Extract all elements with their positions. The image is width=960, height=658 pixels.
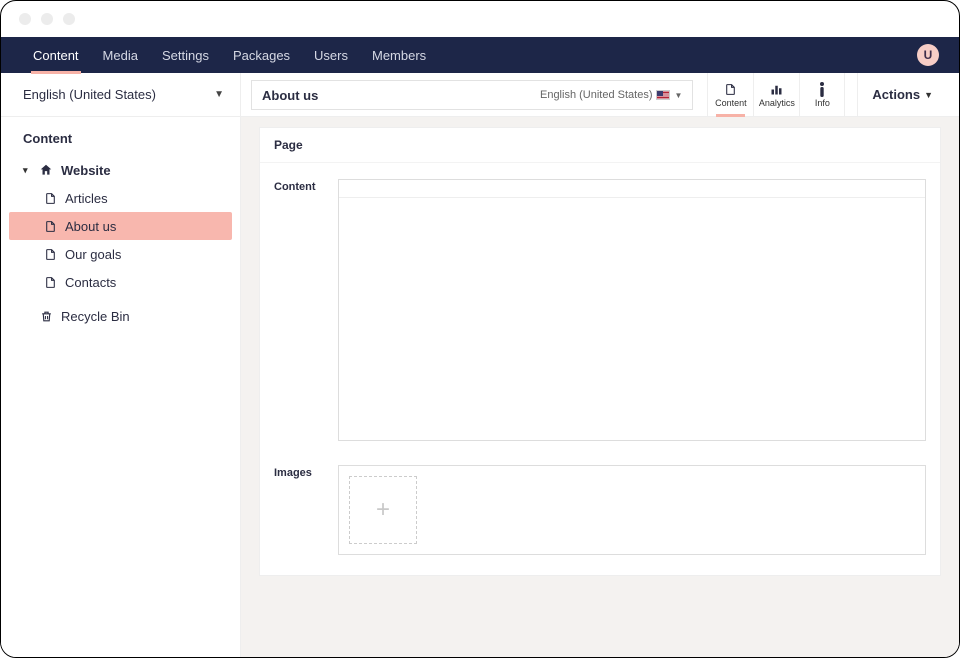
tree-node-contacts[interactable]: Contacts [9, 268, 232, 296]
sidebar: English (United States) ▼ Content ▾ Webs… [1, 73, 241, 657]
tree-label: Website [61, 163, 111, 178]
tree-node-recycle-bin[interactable]: Recycle Bin [9, 302, 232, 330]
document-icon [43, 248, 57, 261]
app-window: Content Media Settings Packages Users Me… [0, 0, 960, 658]
nav-content[interactable]: Content [21, 37, 91, 73]
tree-label: Recycle Bin [61, 309, 130, 324]
add-image-button[interactable]: + [349, 476, 417, 544]
avatar-initial: U [924, 48, 933, 62]
caret-down-icon: ▾ [23, 165, 31, 176]
node-title: About us [262, 88, 318, 103]
document-icon [724, 81, 737, 97]
richtext-toolbar[interactable] [339, 180, 925, 198]
tab-label: Content [715, 98, 747, 108]
images-field-label: Images [274, 465, 326, 555]
nav-members[interactable]: Members [360, 37, 438, 73]
tab-label: Info [815, 98, 830, 108]
nav-settings[interactable]: Settings [150, 37, 221, 73]
window-dot [63, 13, 75, 25]
node-title-field[interactable]: About us English (United States) ▼ [251, 80, 693, 110]
tree-node-website[interactable]: ▾ Website [9, 156, 232, 184]
tree-label: Contacts [65, 275, 116, 290]
images-field-body: + [338, 465, 926, 555]
window-titlebar [1, 1, 959, 37]
editor-toolbar: About us English (United States) ▼ Conte… [241, 73, 959, 117]
nav-users[interactable]: Users [302, 37, 360, 73]
nav-label: Media [103, 48, 138, 63]
language-label: English (United States) [23, 87, 156, 102]
variant-language-switch[interactable]: English (United States) ▼ [540, 89, 682, 101]
top-nav-left: Content Media Settings Packages Users Me… [21, 37, 438, 73]
nav-label: Settings [162, 48, 209, 63]
us-flag-icon [656, 90, 670, 100]
window-dot [41, 13, 53, 25]
tab-info[interactable]: Info [799, 73, 845, 116]
nav-label: Users [314, 48, 348, 63]
trash-icon [39, 310, 53, 323]
images-field-row: Images + [260, 461, 940, 575]
home-icon [39, 163, 53, 177]
content-scroll-area[interactable]: Page Content Images [241, 117, 959, 657]
variant-language-label: English (United States) [540, 89, 653, 101]
actions-label: Actions [872, 87, 920, 102]
tree-label: Our goals [65, 247, 121, 262]
document-icon [43, 220, 57, 233]
app-body: English (United States) ▼ Content ▾ Webs… [1, 73, 959, 657]
top-nav: Content Media Settings Packages Users Me… [1, 37, 959, 73]
content-tree: ▾ Website Articles About us [1, 156, 240, 330]
richtext-editor[interactable] [338, 179, 926, 441]
tree-section-label: Content [1, 117, 240, 156]
window-dot [19, 13, 31, 25]
chevron-down-icon: ▼ [674, 91, 682, 100]
editor-tabs: Content Analytics Info [707, 73, 845, 116]
nav-label: Members [372, 48, 426, 63]
tree-node-our-goals[interactable]: Our goals [9, 240, 232, 268]
page-panel: Page Content Images [259, 127, 941, 576]
nav-media[interactable]: Media [91, 37, 150, 73]
tree-node-about-us[interactable]: About us [9, 212, 232, 240]
nav-label: Content [33, 48, 79, 63]
tree-node-articles[interactable]: Articles [9, 184, 232, 212]
tree-label: Articles [65, 191, 108, 206]
document-icon [43, 276, 57, 289]
content-field-row: Content [260, 163, 940, 461]
tab-analytics[interactable]: Analytics [753, 73, 799, 116]
panel-heading: Page [260, 128, 940, 163]
user-avatar[interactable]: U [917, 44, 939, 66]
chevron-down-icon: ▼ [214, 89, 224, 100]
content-field-body [338, 179, 926, 441]
tree-label: About us [65, 219, 116, 234]
info-icon [819, 81, 825, 97]
plus-icon: + [376, 496, 390, 524]
bar-chart-icon [769, 81, 784, 97]
tab-content[interactable]: Content [707, 73, 753, 116]
language-select[interactable]: English (United States) ▼ [1, 73, 240, 117]
actions-menu-button[interactable]: Actions ▼ [857, 73, 941, 116]
main-area: About us English (United States) ▼ Conte… [241, 73, 959, 657]
chevron-down-icon: ▼ [924, 90, 933, 100]
top-nav-right: U [917, 37, 939, 73]
document-open-icon [43, 192, 57, 205]
tab-label: Analytics [759, 98, 795, 108]
media-picker: + [338, 465, 926, 555]
content-field-label: Content [274, 179, 326, 441]
nav-packages[interactable]: Packages [221, 37, 302, 73]
nav-label: Packages [233, 48, 290, 63]
